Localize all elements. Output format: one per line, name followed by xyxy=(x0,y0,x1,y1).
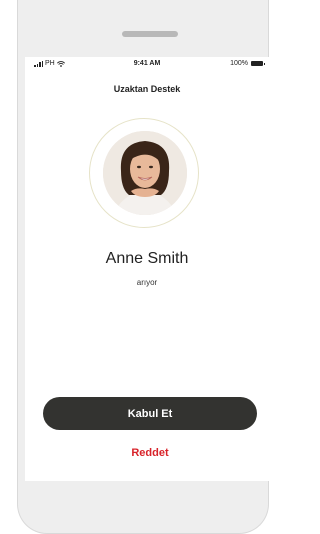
caller-name: Anne Smith xyxy=(105,250,189,267)
page-title: Uzaktan Destek xyxy=(113,84,181,94)
avatar-photo-icon xyxy=(103,131,187,215)
status-bar: PH 9:41 AM 100% xyxy=(25,57,269,71)
battery-percent: 100% xyxy=(230,60,248,67)
caller-status: arıyor xyxy=(136,278,158,287)
phone-speaker xyxy=(122,31,178,37)
accept-button[interactable]: Kabul Et xyxy=(43,397,257,430)
phone-screen: PH 9:41 AM 100% Uzaktan Destek Anne Smit… xyxy=(25,57,269,481)
reject-button[interactable]: Reddet xyxy=(43,443,257,463)
status-right: 100% xyxy=(230,60,265,67)
avatar xyxy=(103,131,187,215)
battery-icon xyxy=(251,61,265,66)
